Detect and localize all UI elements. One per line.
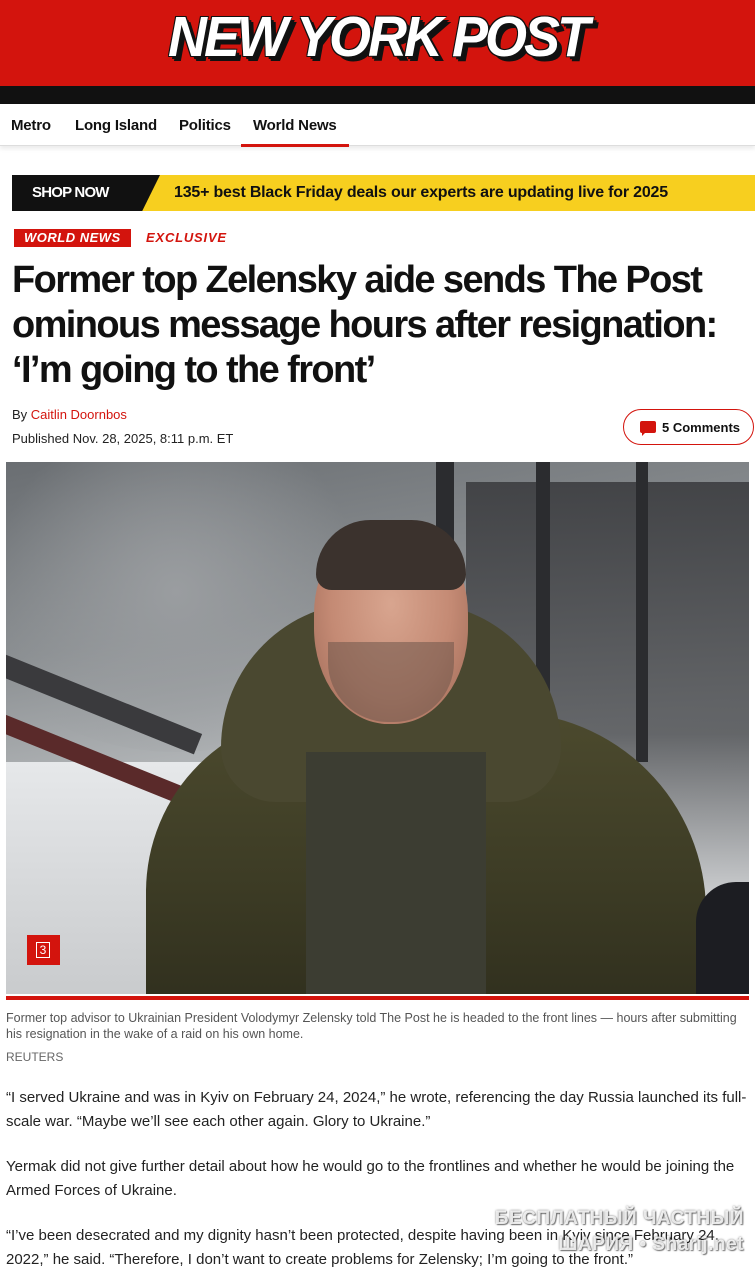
exclusive-label: EXCLUSIVE [146,230,227,245]
promo-deal-link[interactable]: 135+ best Black Friday deals our experts… [174,184,668,202]
masthead: NEW YORK POST [0,0,755,104]
watermark-line-1: БЕСПЛАТНЫЙ ЧАСТНЫЙ [494,1208,744,1229]
nav-item-metro[interactable]: Metro [11,117,51,134]
nav-item-world-news[interactable]: World News [241,117,349,147]
promo-banner[interactable]: SHOP NOW 135+ best Black Friday deals ou… [12,175,755,211]
article-paragraph: “I served Ukraine and was in Kyiv on Feb… [6,1089,747,1130]
section-tag[interactable]: WORLD NEWS [14,229,131,247]
gallery-count: 3 [36,942,50,958]
image-divider [6,996,749,1000]
shop-now-label: SHOP NOW [32,184,109,201]
byline-prefix: By [12,407,31,422]
section-nav: Metro Long Island Politics World News [0,104,755,147]
masthead-divider [0,86,755,104]
nav-item-politics[interactable]: Politics [179,117,231,134]
article-hero-image[interactable] [6,462,749,994]
site-logo[interactable]: NEW YORK POST [0,4,755,69]
comments-label: 5 Comments [662,420,741,435]
author-link[interactable]: Caitlin Doornbos [31,407,127,422]
comments-button[interactable]: 5 Comments [623,409,754,445]
nav-item-long-island[interactable]: Long Island [75,117,157,134]
watermark: БЕСПЛАТНЫЙ ЧАСТНЫЙ ШАРИЯ • Sharij.net [482,1206,744,1258]
article-paragraph: Yermak did not give further detail about… [6,1158,735,1199]
watermark-line-2: ШАРИЯ • Sharij.net [558,1234,744,1255]
publish-date: Published Nov. 28, 2025, 8:11 p.m. ET [12,431,234,446]
image-caption: Former top advisor to Ukrainian Presiden… [6,1011,737,1041]
image-credit: REUTERS [6,1050,64,1064]
comment-bubble-icon [640,421,656,436]
gallery-count-badge[interactable]: 3 [27,935,60,965]
article-headline: Former top Zelensky aide sends The Post … [12,259,718,391]
byline: By Caitlin Doornbos [12,407,127,422]
shop-now-button[interactable]: SHOP NOW [12,175,160,211]
